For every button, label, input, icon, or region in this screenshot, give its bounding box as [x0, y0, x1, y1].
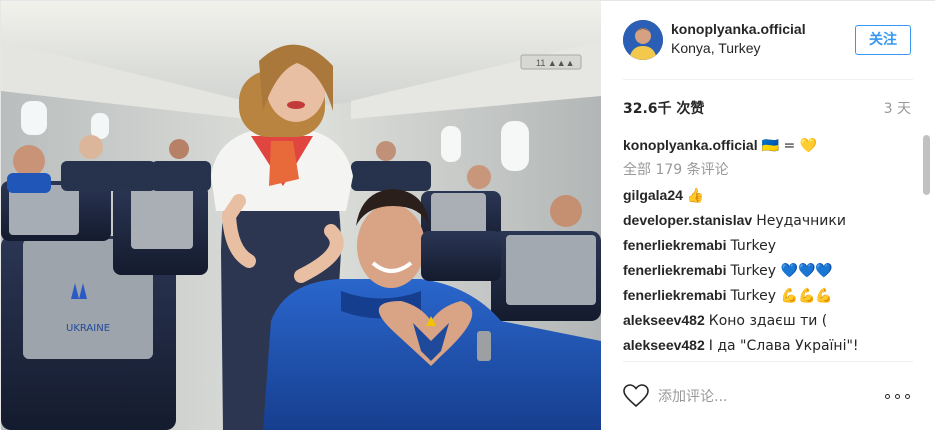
comment-username[interactable]: developer.stanislav [623, 212, 752, 228]
comments-list: konoplyanka.official 🇺🇦 = 💛 全部 179 条评论 gi… [623, 133, 913, 359]
likes-count[interactable]: 32.6千 次赞 [623, 98, 704, 118]
heart-icon[interactable] [623, 384, 649, 408]
comment-username[interactable]: fenerliekremabi [623, 237, 727, 253]
add-comment-input[interactable]: 添加评论... [658, 386, 727, 406]
comment-item: fenerliekremabi Turkey [623, 233, 913, 258]
comment-text: Коно здаєш ти ( [708, 313, 828, 329]
follow-button[interactable]: 关注 [855, 25, 911, 55]
view-all-comments-link[interactable]: 全部 179 条评论 [623, 158, 913, 183]
comment-username[interactable]: alekseev482 [623, 312, 705, 328]
comment-item: fenerliekremabi Turkey 💙💙💙 [623, 258, 913, 283]
post-side-panel: konoplyanka.official Konya, Turkey 关注 32… [601, 1, 935, 430]
post-stats: 32.6千 次赞 3 天 [623, 96, 913, 118]
avatar[interactable] [623, 20, 663, 60]
instagram-post: 11 ▲▲▲ UKRAINE konoplyanka.official Kony… [0, 0, 935, 430]
more-dot [905, 394, 910, 399]
more-dot [895, 394, 900, 399]
svg-text:11 ▲▲▲: 11 ▲▲▲ [536, 58, 575, 68]
comments-scrollbar-thumb[interactable] [923, 135, 930, 195]
comment-item: fenerliekremabi Turkey 💪💪💪 [623, 283, 913, 308]
post-username[interactable]: konoplyanka.official [671, 21, 806, 37]
comment-item: alekseev482 І да "Слава Україні"! [623, 333, 913, 358]
post-footer: 添加评论... [601, 362, 935, 430]
comment-item: gilgala24 👍 [623, 183, 913, 208]
post-time[interactable]: 3 天 [884, 98, 911, 118]
comment-item: alekseev482 Коно здаєш ти ( [623, 308, 913, 333]
comment-username[interactable]: alekseev482 [623, 337, 705, 353]
divider [623, 79, 913, 80]
comment-text: Turkey [730, 238, 777, 254]
more-options-icon[interactable] [885, 394, 911, 400]
comment-username[interactable]: gilgala24 [623, 187, 683, 203]
svg-text:UKRAINE: UKRAINE [66, 323, 110, 334]
caption-text: 🇺🇦 = 💛 [761, 138, 818, 154]
post-photo[interactable]: 11 ▲▲▲ UKRAINE [1, 1, 601, 430]
post-header: konoplyanka.official Konya, Turkey 关注 [601, 1, 935, 79]
comment-username[interactable]: fenerliekremabi [623, 262, 727, 278]
comment-text: 👍 [686, 188, 705, 204]
more-dot [885, 394, 890, 399]
comment-text: Неудачники [756, 213, 846, 229]
avatar-image [623, 20, 663, 60]
comment-item: developer.stanislav Неудачники [623, 208, 913, 233]
caption-username[interactable]: konoplyanka.official [623, 137, 758, 153]
airplane-cabin-photo: 11 ▲▲▲ UKRAINE [1, 1, 601, 430]
comment-username[interactable]: fenerliekremabi [623, 287, 727, 303]
comment-text: Turkey 💙💙💙 [730, 263, 833, 279]
caption: konoplyanka.official 🇺🇦 = 💛 [623, 133, 913, 158]
comment-text: І да "Слава Україні"! [708, 338, 859, 354]
post-location[interactable]: Konya, Turkey [671, 40, 761, 56]
comment-text: Turkey 💪💪💪 [730, 288, 833, 304]
